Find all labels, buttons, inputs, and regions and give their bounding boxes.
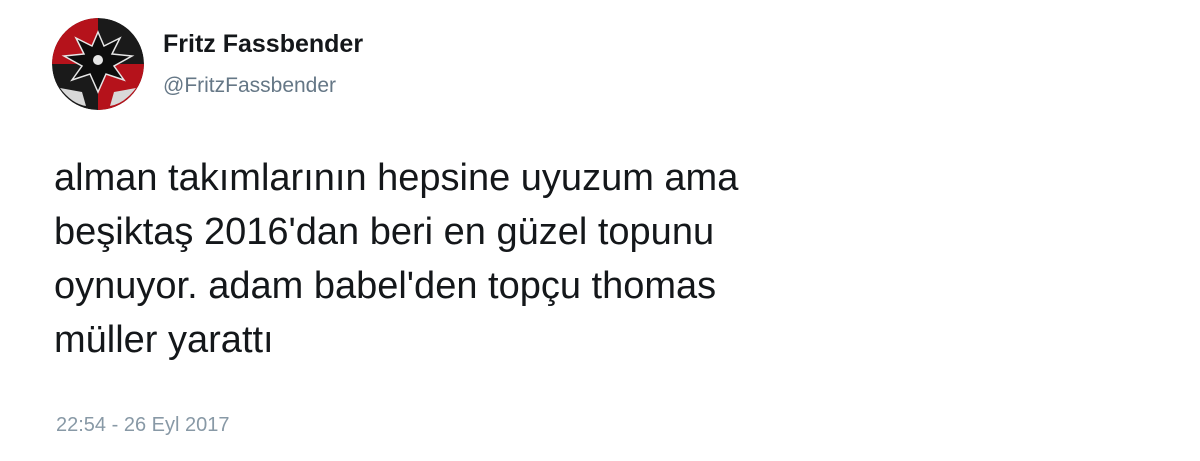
eagle-crest-icon <box>52 18 144 110</box>
user-handle[interactable]: @FritzFassbender <box>163 73 336 99</box>
tweet-timestamp[interactable]: 22:54 - 26 Eyl 2017 <box>56 413 229 437</box>
tweet-text: alman takımlarının hepsine uyuzum ama be… <box>54 157 739 361</box>
tweet-card: Fritz Fassbender @FritzFassbender alman … <box>0 0 1200 461</box>
display-name[interactable]: Fritz Fassbender <box>163 29 363 59</box>
avatar[interactable] <box>52 18 144 110</box>
